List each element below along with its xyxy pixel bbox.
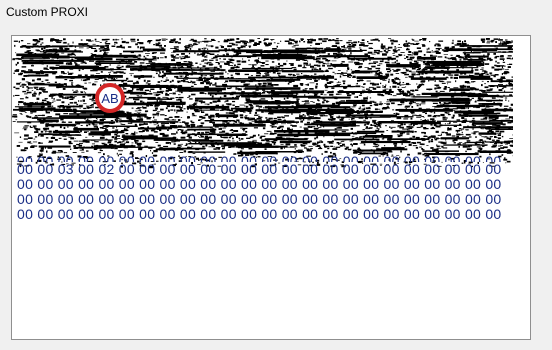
hex-content: 00 00 00 00 00 00 00 00 00 00 00 00 00 0… bbox=[17, 154, 527, 222]
hex-textbox[interactable]: 00 00 00 00 00 00 00 00 00 00 00 00 00 0… bbox=[11, 35, 531, 340]
redaction-scribble bbox=[12, 38, 530, 169]
hex-line: 00 00 03 00 02 00 00 00 00 00 00 00 00 0… bbox=[17, 161, 502, 177]
hex-line: 00 00 00 00 00 00 00 00 00 00 00 00 00 0… bbox=[17, 176, 502, 192]
vertical-scrollbar[interactable] bbox=[513, 36, 530, 339]
marker-label: AB bbox=[101, 90, 119, 106]
window-title: Custom PROXI bbox=[6, 5, 89, 19]
hex-line: 00 00 00 00 00 00 00 00 00 00 00 00 00 0… bbox=[17, 191, 502, 207]
ab-highlight-marker: AB bbox=[95, 83, 125, 113]
hex-line: 00 00 00 00 00 00 00 00 00 00 00 00 00 0… bbox=[17, 206, 502, 222]
